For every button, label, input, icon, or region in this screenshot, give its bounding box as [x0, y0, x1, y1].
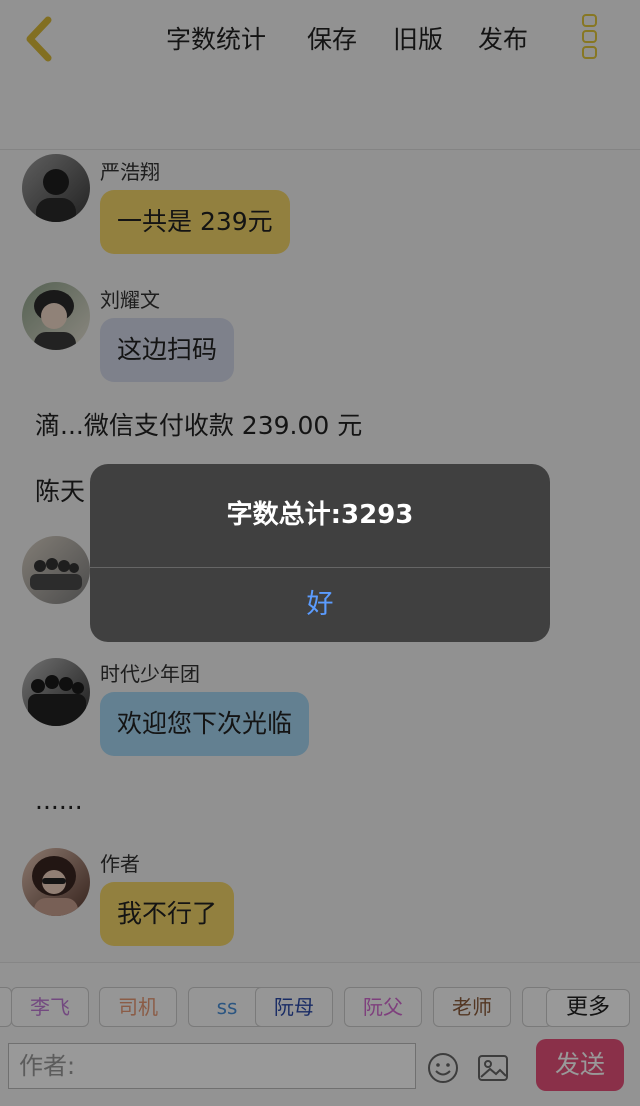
word-count-dialog: 字数总计:3293 好 [90, 464, 550, 642]
dialog-message: 字数总计:3293 [226, 500, 414, 530]
dialog-ok-button[interactable]: 好 [90, 568, 550, 642]
